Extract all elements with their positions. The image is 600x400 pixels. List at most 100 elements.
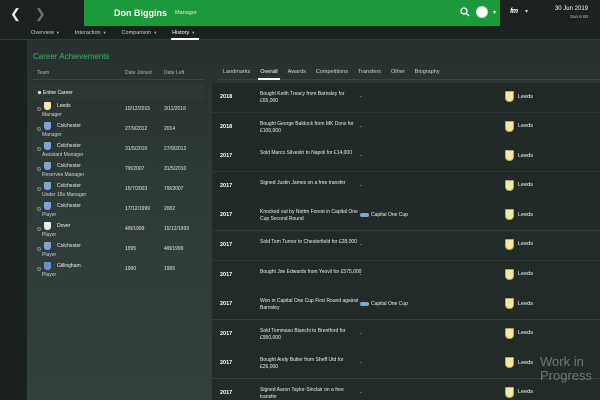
event-club-label: Leeds [518, 300, 533, 307]
club-crest-icon [44, 122, 51, 130]
football-icon[interactable] [476, 6, 488, 18]
subnav-comparison-label: Comparison [121, 29, 152, 36]
club-name[interactable]: Dover [57, 223, 70, 229]
job-role: Manager [42, 132, 62, 138]
radio-button[interactable] [37, 167, 41, 171]
event-year: 2017 [220, 212, 233, 219]
club-name[interactable]: Colchester [57, 183, 81, 189]
event-club[interactable]: Leeds [505, 386, 533, 398]
back-arrow-icon[interactable]: ❮ [10, 7, 21, 20]
subnav-interaction[interactable]: Interaction ▼ [75, 30, 107, 36]
event-row[interactable]: 2017 Won in Capital One Cup First Round a… [212, 290, 600, 320]
job-role: Reserves Manager [42, 172, 85, 178]
leeds-crest-icon [505, 91, 514, 102]
leeds-crest-icon [505, 179, 514, 191]
event-club[interactable]: Leeds [505, 298, 533, 310]
career-row[interactable]: Colchester Reserves Manager 7/8/2007 31/5/2… [33, 161, 205, 181]
event-club[interactable]: Leeds [505, 268, 533, 280]
event-row[interactable]: 2018 Bought Keith Treacy from Barnsley fo… [212, 83, 600, 112]
radio-button[interactable] [37, 207, 41, 211]
date-joined: 27/9/2012 [125, 126, 148, 132]
event-row[interactable]: 2017 Bought Joe Edwards from Yeovil for £… [212, 260, 600, 290]
club-name[interactable]: Colchester [57, 243, 81, 249]
job-role: Assistant Manager [42, 152, 84, 158]
radio-button[interactable] [37, 247, 41, 251]
forward-arrow-icon[interactable]: ❯ [35, 7, 46, 20]
career-row[interactable]: Colchester Assistant Manager 31/5/2010 27/9… [33, 141, 205, 161]
career-row[interactable]: Gillingham Player 1990 1995 [33, 261, 205, 281]
event-club-label: Leeds [518, 152, 533, 159]
tab-competitions[interactable]: Competitions [311, 64, 353, 80]
competition-label: - [360, 182, 362, 189]
chevron-down-icon[interactable]: ▾ [525, 8, 528, 15]
event-competition: - [360, 124, 362, 130]
event-row[interactable]: 2017 Sold Tommaso Bianchi to Brentford fo… [212, 319, 600, 349]
subnav-history[interactable]: History ▼ [171, 29, 200, 40]
event-club[interactable]: Leeds [505, 91, 533, 102]
fm-logo[interactable]: fm [510, 8, 518, 15]
chevron-down-icon: ▼ [102, 29, 107, 35]
radio-button[interactable] [37, 107, 41, 111]
header-date-left[interactable]: Date Left [164, 70, 184, 76]
club-name[interactable]: Colchester [57, 203, 81, 209]
tab-other[interactable]: Other [386, 64, 410, 80]
header-team[interactable]: Team [37, 70, 49, 76]
event-competition[interactable]: Capital One Cup [360, 301, 408, 307]
header-date-joined[interactable]: Date Joined [125, 70, 152, 76]
event-club[interactable]: Leeds [505, 179, 533, 191]
club-name[interactable]: Colchester [57, 163, 81, 169]
radio-button[interactable] [37, 127, 41, 131]
tab-landmarks[interactable]: Landmarks [218, 64, 255, 80]
club-name[interactable]: Gillingham [57, 263, 81, 269]
club-name[interactable]: Colchester [57, 123, 81, 129]
subnav-overview[interactable]: Overview ▼ [31, 30, 60, 36]
event-club[interactable]: Leeds [505, 357, 533, 369]
page-title: Career Achievements [33, 52, 110, 61]
event-row[interactable]: 2017 Sold Tom Turner to Chesterfield for … [212, 230, 600, 260]
radio-button[interactable] [37, 267, 41, 271]
event-club[interactable]: Leeds [505, 327, 533, 339]
game-date[interactable]: 30 Jun 2019 Sun 6.00 [555, 6, 588, 19]
subnav-comparison[interactable]: Comparison ▼ [122, 30, 158, 36]
radio-button[interactable] [37, 187, 41, 191]
career-row[interactable]: Colchester Manager 27/9/2012 2014 [33, 121, 205, 141]
career-row[interactable]: Leeds Manager 10/12/2015 3/11/2018 [33, 101, 205, 121]
event-club[interactable]: Leeds [505, 120, 533, 132]
event-year: 2018 [220, 123, 233, 130]
career-row[interactable]: Colchester Player 17/12/1999 2002 [33, 201, 205, 221]
tab-awards[interactable]: Awards [283, 64, 311, 80]
job-role: Player [42, 272, 57, 278]
event-row[interactable]: 2018 Bought George Baldock from MK Dons f… [212, 112, 600, 142]
event-competition[interactable]: Capital One Cup [360, 212, 408, 218]
job-role: Player [42, 232, 57, 238]
club-name[interactable]: Leeds [57, 103, 71, 109]
event-club[interactable]: Leeds [505, 238, 533, 250]
club-name[interactable]: Colchester [57, 143, 81, 149]
search-icon[interactable] [460, 7, 470, 17]
event-row[interactable]: 2017 Knocked out by Nottm Forest in Capit… [212, 201, 600, 231]
event-row[interactable]: 2017 Sold Marco Silvestri to Napoli for £… [212, 142, 600, 172]
tab-overall[interactable]: Overall [255, 64, 282, 80]
leeds-crest-icon [505, 327, 514, 339]
entire-career-row[interactable]: Entire Career [33, 84, 205, 101]
event-row[interactable]: 2017 Signed Justin James on a free transf… [212, 171, 600, 201]
chevron-down-icon[interactable]: ▾ [493, 9, 496, 16]
job-role: Under 18s Manager [42, 192, 87, 198]
event-club[interactable]: Leeds [505, 150, 533, 162]
competition-label: - [360, 360, 362, 367]
radio-button[interactable] [37, 227, 41, 231]
tab-biography[interactable]: Biography [410, 64, 445, 80]
event-description: Won in Capital One Cup First Round again… [260, 298, 359, 312]
leeds-crest-icon [505, 386, 514, 398]
career-row[interactable]: Dover Player 4/8/1999 15/12/1999 [33, 221, 205, 241]
event-year: 2017 [220, 301, 233, 308]
tab-transfers[interactable]: Transfers [353, 64, 386, 80]
event-description: Signed Aaron Taylor-Sinclair on a free t… [260, 386, 344, 400]
event-competition: - [360, 331, 362, 337]
chevron-down-icon: ▼ [191, 29, 196, 35]
career-row[interactable]: Colchester Player 1995 4/8/1999 [33, 241, 205, 261]
club-crest-icon [44, 262, 51, 270]
career-row[interactable]: Colchester Under 18s Manager 15/7/2003 7/8/… [33, 181, 205, 201]
event-club[interactable]: Leeds [505, 209, 533, 221]
radio-button[interactable] [37, 147, 41, 151]
